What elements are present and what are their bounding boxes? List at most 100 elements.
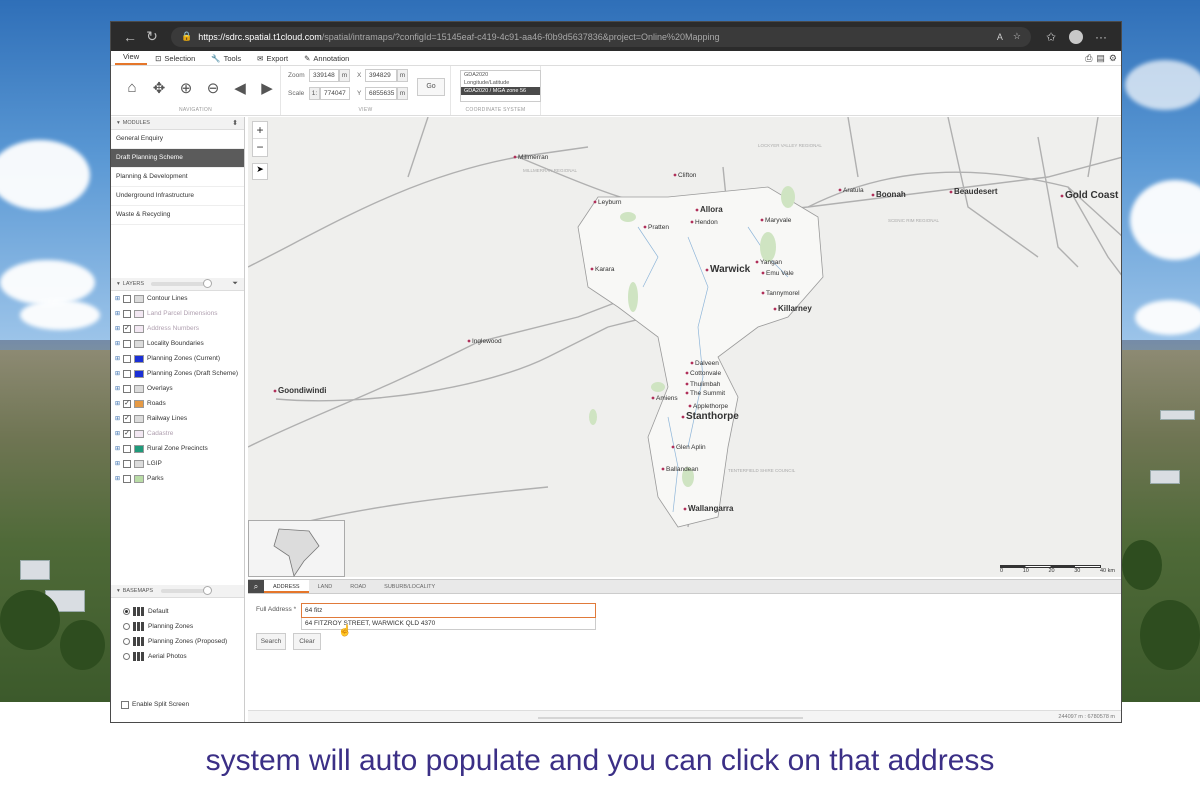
map-view[interactable]: Millmerran Clifton Leyburn Allora Hendon Prat… [248,117,1121,577]
expand-icon[interactable]: ⊞ [115,295,120,302]
search-tab[interactable]: SUBURB/LOCALITY [375,580,444,593]
basemap-option[interactable]: Planning Zones (Proposed) [111,634,244,649]
basemaps-opacity-slider[interactable] [161,586,212,595]
expand-icon[interactable]: ⊞ [115,385,120,392]
module-item[interactable]: Draft Planning Scheme [111,149,244,168]
menu-selection-tab[interactable]: ⊡ Selection [147,54,203,65]
layer-checkbox[interactable] [123,294,131,303]
refresh-icon[interactable]: ↻ [141,28,163,45]
search-icon[interactable]: ⌕ [248,580,264,593]
split-screen-checkbox[interactable] [121,700,129,709]
basemap-radio[interactable] [123,623,130,630]
print-icon[interactable]: ⎙ [1085,53,1092,64]
search-tab[interactable]: ADDRESS [264,580,309,593]
expand-icon[interactable]: ⊞ [115,445,120,452]
menu-view-tab[interactable]: View [115,52,148,65]
layer-row[interactable]: ⊞ Overlays [111,381,244,396]
layer-row[interactable]: ⊞ Locality Boundaries [111,336,244,351]
document-icon[interactable]: ▤ [1096,53,1105,64]
layer-checkbox[interactable] [123,354,131,363]
select-tool-icon[interactable]: ➤ [252,163,268,180]
layer-row[interactable]: ⊞ ✓ Address Numbers [111,321,244,336]
layer-checkbox[interactable] [123,384,131,393]
layer-checkbox[interactable] [123,459,131,468]
basemap-radio[interactable] [123,608,130,615]
modules-header[interactable]: ▾ MODULES ⬍ [111,117,244,130]
zoom-in-icon[interactable]: ⊕ [177,79,195,97]
module-item[interactable]: General Enquiry [111,130,244,149]
expand-icon[interactable]: ⊞ [115,355,120,362]
module-item[interactable]: Underground Infrastructure [111,187,244,206]
expand-icon[interactable]: ⊞ [115,325,120,332]
layer-checkbox[interactable]: ✓ [123,324,131,333]
expand-icon[interactable]: ⊞ [115,400,120,407]
pan-icon[interactable]: ✥ [150,79,168,97]
basemap-option[interactable]: Planning Zones [111,619,244,634]
layer-checkbox[interactable]: ✓ [123,414,131,423]
filter-icon[interactable]: ⏷ [232,280,238,288]
layer-row[interactable]: ⊞ ✓ Cadastre [111,426,244,441]
search-button[interactable]: Search [256,633,286,650]
scale-input[interactable]: 774047 [320,87,350,100]
layer-checkbox[interactable]: ✓ [123,429,131,438]
layer-row[interactable]: ⊞ LGIP [111,456,244,471]
layer-checkbox[interactable] [123,474,131,483]
layer-row[interactable]: ⊞ Parks [111,471,244,486]
layers-header[interactable]: ▾ LAYERS ⏷ [111,278,244,291]
layer-row[interactable]: ⊞ ✓ Roads [111,396,244,411]
menu-tools-tab[interactable]: 🔧 Tools [203,54,249,65]
layer-row[interactable]: ⊞ ✓ Railway Lines [111,411,244,426]
basemap-radio[interactable] [123,638,130,645]
crs-option-selected[interactable]: GDA2020 / MGA zone 56 [461,87,540,95]
layer-row[interactable]: ⊞ Rural Zone Precincts [111,441,244,456]
favorite-star-icon[interactable]: ☆ [1013,31,1021,42]
layer-row[interactable]: ⊞ Contour Lines [111,291,244,306]
slider-knob[interactable] [203,279,212,288]
module-item[interactable]: Planning & Development [111,168,244,187]
search-tab[interactable]: LAND [309,580,342,593]
layer-row[interactable]: ⊞ Planning Zones (Draft Scheme) [111,366,244,381]
home-icon[interactable]: ⌂ [123,79,141,97]
layers-opacity-slider[interactable] [151,279,212,288]
module-item[interactable]: Waste & Recycling [111,206,244,225]
layer-checkbox[interactable] [123,339,131,348]
y-input[interactable]: 6855635 [365,87,397,100]
read-aloud-icon[interactable]: A [997,32,1003,42]
expand-icon[interactable]: ⊞ [115,415,120,422]
clear-button[interactable]: Clear [293,633,321,650]
search-tab[interactable]: ROAD [341,580,375,593]
crs-option[interactable]: Longitude/Latitude [461,79,540,87]
expand-icon[interactable]: ⊞ [115,475,120,482]
crs-option[interactable]: GDA2020 [461,71,540,79]
expand-icon[interactable]: ⊞ [115,430,120,437]
basemaps-header[interactable]: ▾ BASEMAPS [111,585,244,598]
overview-map[interactable] [248,520,345,577]
expand-icon[interactable]: ⊞ [115,340,120,347]
coordinate-system-select[interactable]: GDA2020 Longitude/Latitude GDA2020 / MGA… [460,70,541,102]
menu-annotation-tab[interactable]: ✎ Annotation [296,54,357,65]
layer-checkbox[interactable] [123,444,131,453]
map-zoom-out-button[interactable]: − [253,139,267,156]
basemap-radio[interactable] [123,653,130,660]
layer-checkbox[interactable] [123,369,131,378]
more-menu-icon[interactable]: ··· [1089,30,1113,44]
menu-export-tab[interactable]: ✉ Export [249,54,296,65]
expand-icon[interactable]: ⊞ [115,460,120,467]
horizontal-scrollbar[interactable] [538,717,803,719]
layer-checkbox[interactable]: ✓ [123,399,131,408]
zoom-out-icon[interactable]: ⊖ [204,79,222,97]
favorites-icon[interactable]: ✩ [1039,30,1063,44]
full-address-input[interactable]: 64 fitz [301,603,596,618]
pin-icon[interactable]: ⬍ [232,119,238,127]
slider-knob[interactable] [203,586,212,595]
previous-extent-icon[interactable]: ◀ [231,79,249,97]
layer-checkbox[interactable] [123,309,131,318]
expand-icon[interactable]: ⊞ [115,310,120,317]
next-extent-icon[interactable]: ▶ [258,79,276,97]
basemap-option[interactable]: Default [111,604,244,619]
layer-row[interactable]: ⊞ Planning Zones (Current) [111,351,244,366]
zoom-input[interactable]: 339148 [309,69,339,82]
basemap-option[interactable]: Aerial Photos [111,649,244,664]
layer-row[interactable]: ⊞ Land Parcel Dimensions [111,306,244,321]
settings-gear-icon[interactable]: ⚙ [1109,53,1117,64]
